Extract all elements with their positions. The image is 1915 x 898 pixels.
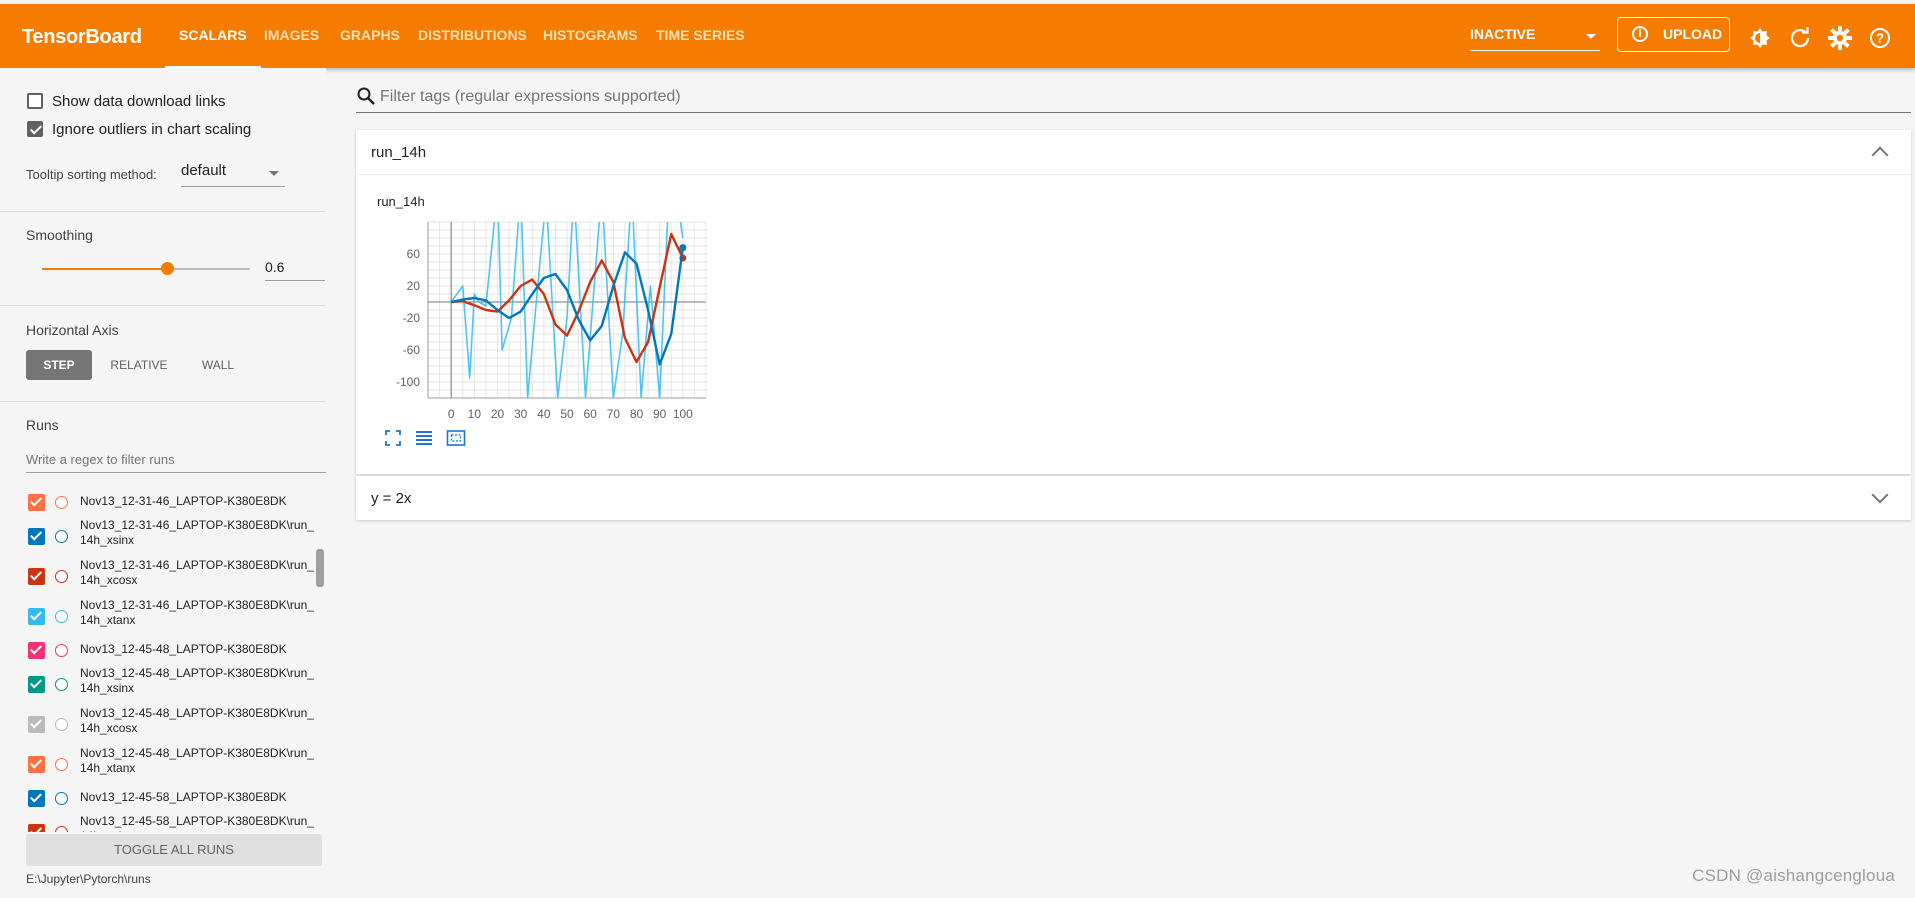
run-label: Nov13_12-45-58_LAPTOP-K380E8DK	[80, 790, 287, 804]
run-row[interactable]: Nov13_12-31-46_LAPTOP-K380E8DK\run_14h_x…	[28, 596, 318, 636]
info-icon: i	[1632, 26, 1648, 42]
chevron-up-icon[interactable]	[1871, 146, 1889, 164]
run-label: Nov13_12-45-48_LAPTOP-K380E8DK\run_14h_x…	[80, 666, 314, 695]
run-row[interactable]: Nov13_12-45-58_LAPTOP-K380E8DK\run_14h_x…	[28, 812, 318, 832]
x-tick-label: 90	[653, 407, 667, 421]
run-checkbox[interactable]	[28, 716, 45, 733]
x-tick-label: 100	[673, 407, 693, 421]
tab-scalars[interactable]: SCALARS	[165, 4, 261, 68]
run-row[interactable]: Nov13_12-31-46_LAPTOP-K380E8DK\run_14h_x…	[28, 516, 318, 556]
run-color-circle-icon[interactable]	[55, 610, 68, 623]
run-row[interactable]: Nov13_12-45-48_LAPTOP-K380E8DK\run_14h_x…	[28, 744, 318, 784]
tab-time-series[interactable]: TIME SERIES	[656, 4, 745, 68]
run-label: Nov13_12-45-48_LAPTOP-K380E8DK	[80, 642, 287, 656]
y-tick-label: -20	[403, 311, 421, 325]
run-row[interactable]: Nov13_12-31-46_LAPTOP-K380E8DK\run_14h_x…	[28, 556, 318, 596]
tab-distributions[interactable]: DISTRIBUTIONS	[418, 4, 527, 68]
top-app-bar: TensorBoard SCALARS IMAGES GRAPHS DISTRI…	[0, 4, 1915, 68]
group-title: y = 2x	[371, 490, 412, 507]
run-checkbox[interactable]	[28, 494, 45, 511]
x-tick-label: 60	[583, 407, 597, 421]
brightness-icon[interactable]	[1748, 26, 1772, 50]
x-tick-label: 10	[468, 407, 482, 421]
group-title: run_14h	[371, 144, 427, 161]
run-checkbox[interactable]	[28, 608, 45, 625]
group-card-y-2x[interactable]: y = 2x	[356, 476, 1911, 520]
tag-filter-placeholder: Filter tags (regular expressions support…	[380, 88, 681, 105]
runs-list: Nov13_12-31-46_LAPTOP-K380E8DK Nov13_12-3…	[0, 68, 326, 832]
x-tick-label: 50	[560, 407, 574, 421]
run-color-circle-icon[interactable]	[55, 644, 68, 657]
x-tick-label: 70	[607, 407, 621, 421]
run-row[interactable]: Nov13_12-45-48_LAPTOP-K380E8DK	[28, 636, 318, 664]
svg-text:?: ?	[1876, 31, 1884, 46]
run-row[interactable]: Nov13_12-31-46_LAPTOP-K380E8DK	[28, 488, 318, 516]
run-label: Nov13_12-45-48_LAPTOP-K380E8DK\run_14h_x…	[80, 746, 314, 775]
y-tick-label: -60	[403, 343, 421, 357]
refresh-icon[interactable]	[1788, 26, 1812, 50]
run-color-circle-icon[interactable]	[55, 530, 68, 543]
x-tick-label: 40	[537, 407, 551, 421]
series-end-point	[679, 244, 687, 252]
run-color-circle-icon[interactable]	[55, 792, 68, 805]
tab-histograms[interactable]: HISTOGRAMS	[543, 4, 638, 68]
run-row[interactable]: Nov13_12-45-48_LAPTOP-K380E8DK\run_14h_x…	[28, 664, 318, 704]
app-title: TensorBoard	[22, 26, 142, 48]
chevron-down-icon	[1586, 34, 1596, 39]
run-color-circle-icon[interactable]	[55, 826, 68, 832]
runs-scrollbar[interactable]	[316, 549, 324, 587]
run-label: Nov13_12-31-46_LAPTOP-K380E8DK	[80, 494, 287, 508]
tag-filter[interactable]: Filter tags (regular expressions support…	[356, 84, 1911, 113]
run-label: Nov13_12-31-46_LAPTOP-K380E8DK\run_14h_x…	[80, 518, 314, 547]
x-tick-label: 20	[491, 407, 505, 421]
chart-title: run_14h	[377, 194, 425, 209]
run-row[interactable]: Nov13_12-45-58_LAPTOP-K380E8DK	[28, 784, 318, 812]
tab-images[interactable]: IMAGES	[264, 4, 319, 68]
run-row[interactable]: Nov13_12-45-48_LAPTOP-K380E8DK\run_14h_x…	[28, 704, 318, 744]
watermark: CSDN @aishangcengloua	[1692, 866, 1895, 885]
scalar-chart: 0 10 20 30 40 50 60 70 80 90 100 60 20 -20 -60 -100	[396, 221, 707, 421]
run-checkbox[interactable]	[28, 528, 45, 545]
y-tick-label: -100	[396, 375, 420, 389]
sidebar: Show data download links Ignore outliers…	[0, 68, 326, 898]
upload-label: UPLOAD	[1663, 26, 1723, 42]
run-label: Nov13_12-31-46_LAPTOP-K380E8DK\run_14h_x…	[80, 558, 314, 587]
run-checkbox[interactable]	[28, 676, 45, 693]
run-state-value: INACTIVE	[1470, 26, 1536, 42]
run-checkbox[interactable]	[28, 568, 45, 585]
run-color-circle-icon[interactable]	[55, 758, 68, 771]
x-tick-label: 30	[514, 407, 528, 421]
run-checkbox[interactable]	[28, 824, 45, 832]
toggle-all-runs-button[interactable]: TOGGLE ALL RUNS	[26, 834, 322, 866]
settings-icon[interactable]	[1828, 26, 1852, 50]
chevron-down-icon[interactable]	[1871, 486, 1889, 504]
run-state-select[interactable]: INACTIVE	[1470, 26, 1600, 51]
run-label: Nov13_12-45-58_LAPTOP-K380E8DK\run_14h_x…	[80, 814, 314, 832]
fit-domain-icon[interactable]	[446, 428, 466, 448]
upload-button[interactable]: i UPLOAD	[1617, 17, 1730, 52]
logdir-path: E:\Jupyter\Pytorch\runs	[26, 872, 151, 886]
x-tick-label: 0	[448, 407, 455, 421]
run-color-circle-icon[interactable]	[55, 570, 68, 583]
search-icon	[357, 87, 375, 105]
run-color-circle-icon[interactable]	[55, 718, 68, 731]
run-color-circle-icon[interactable]	[55, 496, 68, 509]
y-tick-label: 60	[407, 247, 421, 261]
group-header[interactable]: run_14h	[356, 130, 1911, 175]
run-checkbox[interactable]	[28, 642, 45, 659]
y-tick-label: 20	[407, 279, 421, 293]
tab-graphs[interactable]: GRAPHS	[340, 4, 400, 68]
run-checkbox[interactable]	[28, 790, 45, 807]
run-color-circle-icon[interactable]	[55, 678, 68, 691]
run-checkbox[interactable]	[28, 756, 45, 773]
run-label: Nov13_12-45-48_LAPTOP-K380E8DK\run_14h_x…	[80, 706, 314, 735]
fullscreen-icon[interactable]	[383, 428, 403, 448]
x-tick-label: 80	[630, 407, 644, 421]
run-label: Nov13_12-31-46_LAPTOP-K380E8DK\run_14h_x…	[80, 598, 314, 627]
help-icon[interactable]: ?	[1868, 26, 1892, 50]
data-list-icon[interactable]	[414, 428, 434, 448]
